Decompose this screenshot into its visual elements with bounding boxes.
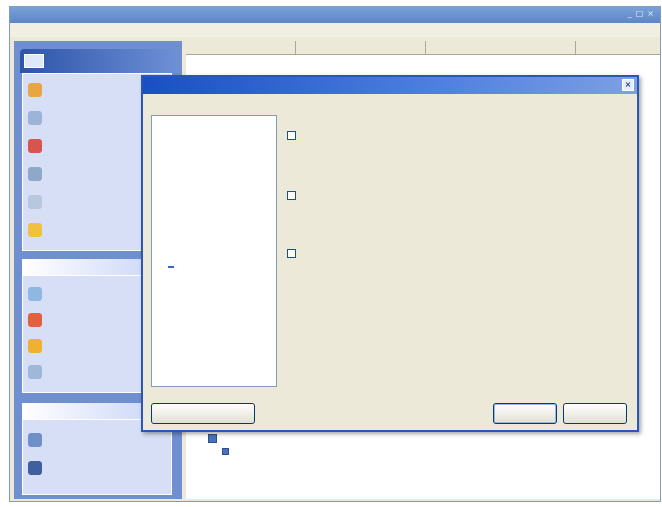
task-icon: [28, 111, 42, 125]
folder-icon: [222, 448, 229, 455]
task-item[interactable]: [28, 109, 158, 127]
task-item[interactable]: [28, 165, 158, 183]
computer-icon: [28, 461, 42, 475]
folder-icon: [208, 434, 217, 443]
window-controls: _ □ ×: [628, 9, 654, 18]
dialog-titlebar: ×: [143, 77, 637, 94]
task-icon: [28, 195, 42, 209]
task-icon: [28, 365, 42, 379]
computer-icon: [28, 433, 42, 447]
task-icon: [28, 223, 42, 237]
close-icon[interactable]: ×: [622, 79, 634, 91]
tree-child-node[interactable]: [222, 448, 233, 455]
close-icon[interactable]: ×: [647, 9, 654, 18]
ok-button[interactable]: [493, 403, 557, 424]
task-icon: [28, 167, 42, 181]
task-icon: [28, 339, 42, 353]
cancel-button[interactable]: [563, 403, 627, 424]
task-icon: [28, 287, 42, 301]
column-header[interactable]: [186, 41, 296, 54]
task-pane-header[interactable]: [20, 49, 176, 73]
task-icon: [28, 139, 42, 153]
maximize-icon[interactable]: □: [636, 9, 644, 18]
task-icon: [28, 313, 42, 327]
tree-root-node[interactable]: [208, 434, 221, 443]
option-checkbox[interactable]: [287, 191, 296, 200]
column-header[interactable]: [426, 41, 576, 54]
list-header: [186, 41, 660, 55]
task-item[interactable]: [28, 193, 158, 211]
task-item[interactable]: [28, 337, 158, 355]
option-checkbox[interactable]: [287, 249, 296, 258]
app-logo-icon: [24, 54, 44, 68]
option-checkbox[interactable]: [287, 131, 296, 140]
task-icon: [28, 83, 42, 97]
options-panel: [287, 115, 633, 387]
task-item[interactable]: [28, 221, 158, 239]
column-header[interactable]: [296, 41, 426, 54]
column-header[interactable]: [576, 41, 660, 54]
menu-bar: [10, 23, 660, 37]
window-titlebar: _ □ ×: [10, 7, 660, 23]
task-item[interactable]: [28, 311, 158, 329]
task-item[interactable]: [28, 137, 158, 155]
minimize-icon[interactable]: _: [628, 9, 632, 18]
task-item[interactable]: [28, 459, 158, 477]
advanced-button[interactable]: [151, 403, 255, 424]
category-node-selected[interactable]: [168, 266, 174, 268]
task-item[interactable]: [28, 363, 158, 381]
task-item[interactable]: [28, 431, 158, 449]
task-item[interactable]: [28, 81, 158, 99]
options-dialog: ×: [141, 75, 639, 432]
task-item[interactable]: [28, 285, 158, 303]
category-tree[interactable]: [151, 115, 277, 387]
